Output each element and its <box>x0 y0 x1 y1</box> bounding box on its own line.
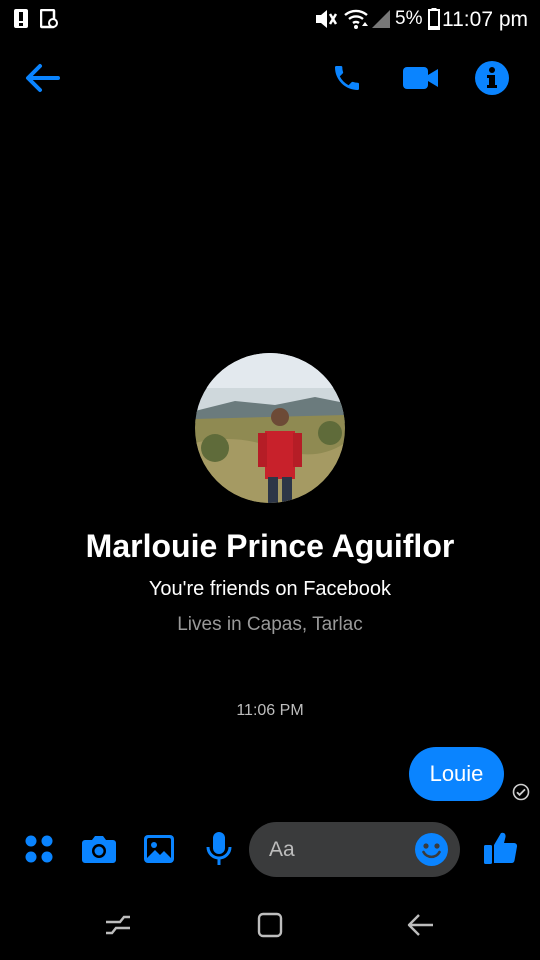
signal-icon <box>371 9 391 29</box>
message-timestamp: 11:06 PM <box>236 702 304 719</box>
contact-location: Lives in Capas, Tarlac <box>177 614 363 635</box>
message-bubble-sent[interactable]: Louie <box>409 747 504 801</box>
emoji-icon[interactable] <box>415 833 448 866</box>
microphone-icon[interactable] <box>202 830 236 868</box>
screenshot-notification-icon <box>39 8 58 29</box>
home-icon[interactable] <box>254 910 286 940</box>
info-icon[interactable] <box>472 58 512 98</box>
battery-percentage: 5% <box>395 8 423 29</box>
camera-icon[interactable] <box>80 832 118 866</box>
thumbs-up-icon[interactable] <box>481 828 521 868</box>
mute-icon <box>314 8 338 30</box>
status-bar: 5% 11:07 pm <box>0 0 540 38</box>
sent-check-icon <box>512 783 530 801</box>
wifi-icon <box>344 8 370 30</box>
phone-icon[interactable] <box>327 58 367 98</box>
message-composer[interactable] <box>249 822 460 877</box>
message-text: Louie <box>429 761 484 786</box>
back-arrow-icon[interactable] <box>22 58 62 98</box>
contact-name: Marlouie Prince Aguiflor <box>85 528 455 564</box>
message-input[interactable] <box>267 835 411 865</box>
alert-notification-icon <box>14 9 28 28</box>
friends-status: You're friends on Facebook <box>148 578 392 600</box>
clock: 11:07 pm <box>442 8 528 31</box>
recent-apps-icon[interactable] <box>100 910 136 940</box>
profile-avatar[interactable] <box>195 353 345 503</box>
battery-icon <box>428 8 440 30</box>
video-camera-icon[interactable] <box>400 58 442 98</box>
gallery-icon[interactable] <box>141 832 177 866</box>
nav-back-icon[interactable] <box>404 910 438 940</box>
apps-icon[interactable] <box>22 832 56 866</box>
